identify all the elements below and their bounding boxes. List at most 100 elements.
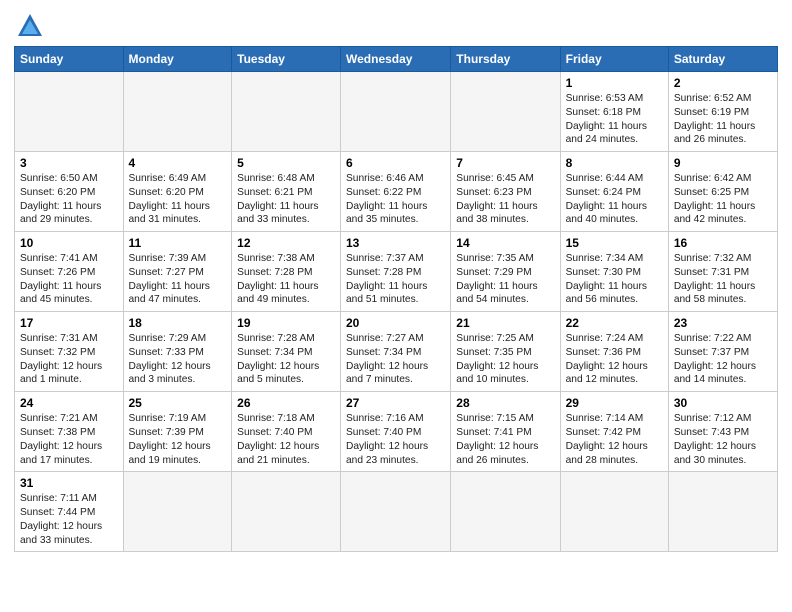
- day-info: Sunrise: 6:50 AM Sunset: 6:20 PM Dayligh…: [20, 172, 118, 227]
- day-info: Sunrise: 7:29 AM Sunset: 7:33 PM Dayligh…: [129, 332, 227, 387]
- calendar-cell: 6Sunrise: 6:46 AM Sunset: 6:22 PM Daylig…: [341, 152, 451, 232]
- day-info: Sunrise: 7:39 AM Sunset: 7:27 PM Dayligh…: [129, 252, 227, 307]
- day-info: Sunrise: 7:24 AM Sunset: 7:36 PM Dayligh…: [566, 332, 663, 387]
- calendar-cell: 26 Sunrise: 7:18 AM Sunset: 7:40 PM Dayli…: [232, 392, 341, 472]
- calendar-cell: 4Sunrise: 6:49 AM Sunset: 6:20 PM Daylig…: [123, 152, 232, 232]
- day-number: 24: [20, 396, 118, 410]
- day-number: 23: [674, 316, 772, 330]
- day-number: 3: [20, 156, 118, 170]
- day-number: 21: [456, 316, 554, 330]
- calendar-cell: 16 Sunrise: 7:32 AM Sunset: 7:31 PM Dayli…: [668, 232, 777, 312]
- calendar-cell: [232, 472, 341, 552]
- day-number: 16: [674, 236, 772, 250]
- header-friday: Friday: [560, 47, 668, 72]
- calendar-cell: [451, 472, 560, 552]
- day-number: 10: [20, 236, 118, 250]
- calendar-cell: 12 Sunrise: 7:38 AM Sunset: 7:28 PM Dayli…: [232, 232, 341, 312]
- calendar-cell: 8Sunrise: 6:44 AM Sunset: 6:24 PM Daylig…: [560, 152, 668, 232]
- calendar-cell: [668, 472, 777, 552]
- day-info: Sunrise: 7:18 AM Sunset: 7:40 PM Dayligh…: [237, 412, 335, 467]
- calendar-cell: [123, 472, 232, 552]
- day-number: 20: [346, 316, 445, 330]
- day-number: 27: [346, 396, 445, 410]
- calendar-cell: 11 Sunrise: 7:39 AM Sunset: 7:27 PM Dayli…: [123, 232, 232, 312]
- calendar-cell: [341, 472, 451, 552]
- header-wednesday: Wednesday: [341, 47, 451, 72]
- calendar-cell: 3 Sunrise: 6:50 AM Sunset: 6:20 PM Daylig…: [15, 152, 124, 232]
- day-number: 19: [237, 316, 335, 330]
- day-info: Sunrise: 7:21 AM Sunset: 7:38 PM Dayligh…: [20, 412, 118, 467]
- header-sunday: Sunday: [15, 47, 124, 72]
- day-number: 25: [129, 396, 227, 410]
- day-info: Sunrise: 7:16 AM Sunset: 7:40 PM Dayligh…: [346, 412, 445, 467]
- day-number: 12: [237, 236, 335, 250]
- day-number: 15: [566, 236, 663, 250]
- calendar-cell: 17Sunrise: 7:31 AM Sunset: 7:32 PM Dayli…: [15, 312, 124, 392]
- calendar-cell: 13 Sunrise: 7:37 AM Sunset: 7:28 PM Dayli…: [341, 232, 451, 312]
- day-number: 2: [674, 76, 772, 90]
- calendar-table: Sunday Monday Tuesday Wednesday Thursday…: [14, 46, 778, 552]
- calendar-cell: 10 Sunrise: 7:41 AM Sunset: 7:26 PM Dayli…: [15, 232, 124, 312]
- calendar-cell: 9 Sunrise: 6:42 AM Sunset: 6:25 PM Daylig…: [668, 152, 777, 232]
- calendar-cell: 27 Sunrise: 7:16 AM Sunset: 7:40 PM Dayli…: [341, 392, 451, 472]
- day-number: 17: [20, 316, 118, 330]
- calendar-cell: 14Sunrise: 7:35 AM Sunset: 7:29 PM Dayli…: [451, 232, 560, 312]
- calendar-cell: 24 Sunrise: 7:21 AM Sunset: 7:38 PM Dayli…: [15, 392, 124, 472]
- logo-icon: [16, 12, 44, 40]
- header-saturday: Saturday: [668, 47, 777, 72]
- day-number: 11: [129, 236, 227, 250]
- day-info: Sunrise: 7:35 AM Sunset: 7:29 PM Dayligh…: [456, 252, 554, 307]
- day-number: 30: [674, 396, 772, 410]
- calendar-cell: [232, 72, 341, 152]
- calendar-cell: 30 Sunrise: 7:12 AM Sunset: 7:43 PM Dayli…: [668, 392, 777, 472]
- calendar-cell: [451, 72, 560, 152]
- day-info: Sunrise: 6:42 AM Sunset: 6:25 PM Dayligh…: [674, 172, 772, 227]
- header-monday: Monday: [123, 47, 232, 72]
- weekday-header-row: Sunday Monday Tuesday Wednesday Thursday…: [15, 47, 778, 72]
- calendar-cell: 21 Sunrise: 7:25 AM Sunset: 7:35 PM Dayli…: [451, 312, 560, 392]
- calendar-cell: 7 Sunrise: 6:45 AM Sunset: 6:23 PM Daylig…: [451, 152, 560, 232]
- calendar-cell: 1Sunrise: 6:53 AM Sunset: 6:18 PM Daylig…: [560, 72, 668, 152]
- calendar-cell: 25 Sunrise: 7:19 AM Sunset: 7:39 PM Dayli…: [123, 392, 232, 472]
- calendar-cell: 31Sunrise: 7:11 AM Sunset: 7:44 PM Dayli…: [15, 472, 124, 552]
- day-info: Sunrise: 7:37 AM Sunset: 7:28 PM Dayligh…: [346, 252, 445, 307]
- day-number: 29: [566, 396, 663, 410]
- calendar-cell: [15, 72, 124, 152]
- calendar-cell: 5 Sunrise: 6:48 AM Sunset: 6:21 PM Daylig…: [232, 152, 341, 232]
- day-number: 5: [237, 156, 335, 170]
- calendar-cell: 22Sunrise: 7:24 AM Sunset: 7:36 PM Dayli…: [560, 312, 668, 392]
- calendar-cell: 28Sunrise: 7:15 AM Sunset: 7:41 PM Dayli…: [451, 392, 560, 472]
- day-number: 8: [566, 156, 663, 170]
- day-info: Sunrise: 7:25 AM Sunset: 7:35 PM Dayligh…: [456, 332, 554, 387]
- calendar-cell: 18Sunrise: 7:29 AM Sunset: 7:33 PM Dayli…: [123, 312, 232, 392]
- day-info: Sunrise: 7:14 AM Sunset: 7:42 PM Dayligh…: [566, 412, 663, 467]
- calendar-cell: 2Sunrise: 6:52 AM Sunset: 6:19 PM Daylig…: [668, 72, 777, 152]
- day-number: 9: [674, 156, 772, 170]
- day-info: Sunrise: 6:48 AM Sunset: 6:21 PM Dayligh…: [237, 172, 335, 227]
- day-number: 1: [566, 76, 663, 90]
- header-thursday: Thursday: [451, 47, 560, 72]
- header-tuesday: Tuesday: [232, 47, 341, 72]
- day-info: Sunrise: 7:41 AM Sunset: 7:26 PM Dayligh…: [20, 252, 118, 307]
- day-number: 26: [237, 396, 335, 410]
- day-info: Sunrise: 7:28 AM Sunset: 7:34 PM Dayligh…: [237, 332, 335, 387]
- day-number: 7: [456, 156, 554, 170]
- day-info: Sunrise: 6:45 AM Sunset: 6:23 PM Dayligh…: [456, 172, 554, 227]
- day-info: Sunrise: 7:15 AM Sunset: 7:41 PM Dayligh…: [456, 412, 554, 467]
- day-info: Sunrise: 6:49 AM Sunset: 6:20 PM Dayligh…: [129, 172, 227, 227]
- day-info: Sunrise: 7:19 AM Sunset: 7:39 PM Dayligh…: [129, 412, 227, 467]
- calendar-cell: [341, 72, 451, 152]
- day-info: Sunrise: 7:11 AM Sunset: 7:44 PM Dayligh…: [20, 492, 118, 547]
- calendar-cell: 15 Sunrise: 7:34 AM Sunset: 7:30 PM Dayli…: [560, 232, 668, 312]
- day-info: Sunrise: 7:32 AM Sunset: 7:31 PM Dayligh…: [674, 252, 772, 307]
- day-info: Sunrise: 7:27 AM Sunset: 7:34 PM Dayligh…: [346, 332, 445, 387]
- header-area: [14, 10, 778, 40]
- calendar-cell: [560, 472, 668, 552]
- day-info: Sunrise: 7:38 AM Sunset: 7:28 PM Dayligh…: [237, 252, 335, 307]
- day-info: Sunrise: 7:22 AM Sunset: 7:37 PM Dayligh…: [674, 332, 772, 387]
- day-info: Sunrise: 7:34 AM Sunset: 7:30 PM Dayligh…: [566, 252, 663, 307]
- day-number: 13: [346, 236, 445, 250]
- day-info: Sunrise: 7:12 AM Sunset: 7:43 PM Dayligh…: [674, 412, 772, 467]
- calendar-cell: 19 Sunrise: 7:28 AM Sunset: 7:34 PM Dayli…: [232, 312, 341, 392]
- calendar-cell: 20 Sunrise: 7:27 AM Sunset: 7:34 PM Dayli…: [341, 312, 451, 392]
